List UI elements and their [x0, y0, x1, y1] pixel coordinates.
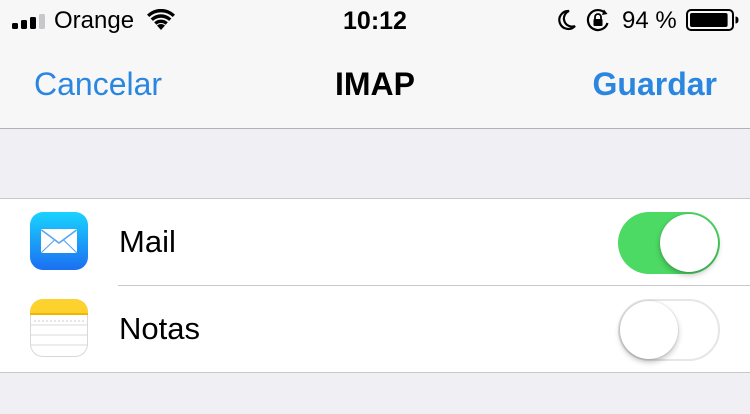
orientation-lock-icon [586, 8, 609, 32]
mail-toggle[interactable] [618, 212, 720, 274]
settings-group: Mail Notas [0, 198, 750, 373]
navigation-bar: Cancelar IMAP Guardar [0, 40, 750, 129]
battery-icon [686, 9, 739, 31]
notes-label: Notas [119, 311, 200, 346]
moon-icon [558, 9, 576, 31]
mail-label: Mail [119, 224, 176, 259]
notes-icon [30, 299, 88, 357]
battery-percentage: 94 % [622, 7, 677, 34]
mail-icon [30, 212, 88, 270]
settings-row-notes[interactable]: Notas [0, 286, 750, 373]
toggle-knob [620, 301, 678, 359]
toggle-knob [660, 214, 718, 272]
notes-toggle[interactable] [618, 299, 720, 361]
status-bar: Orange 10:12 94 % [0, 0, 750, 40]
save-button[interactable]: Guardar [593, 66, 717, 102]
settings-row-mail[interactable]: Mail [0, 199, 750, 286]
